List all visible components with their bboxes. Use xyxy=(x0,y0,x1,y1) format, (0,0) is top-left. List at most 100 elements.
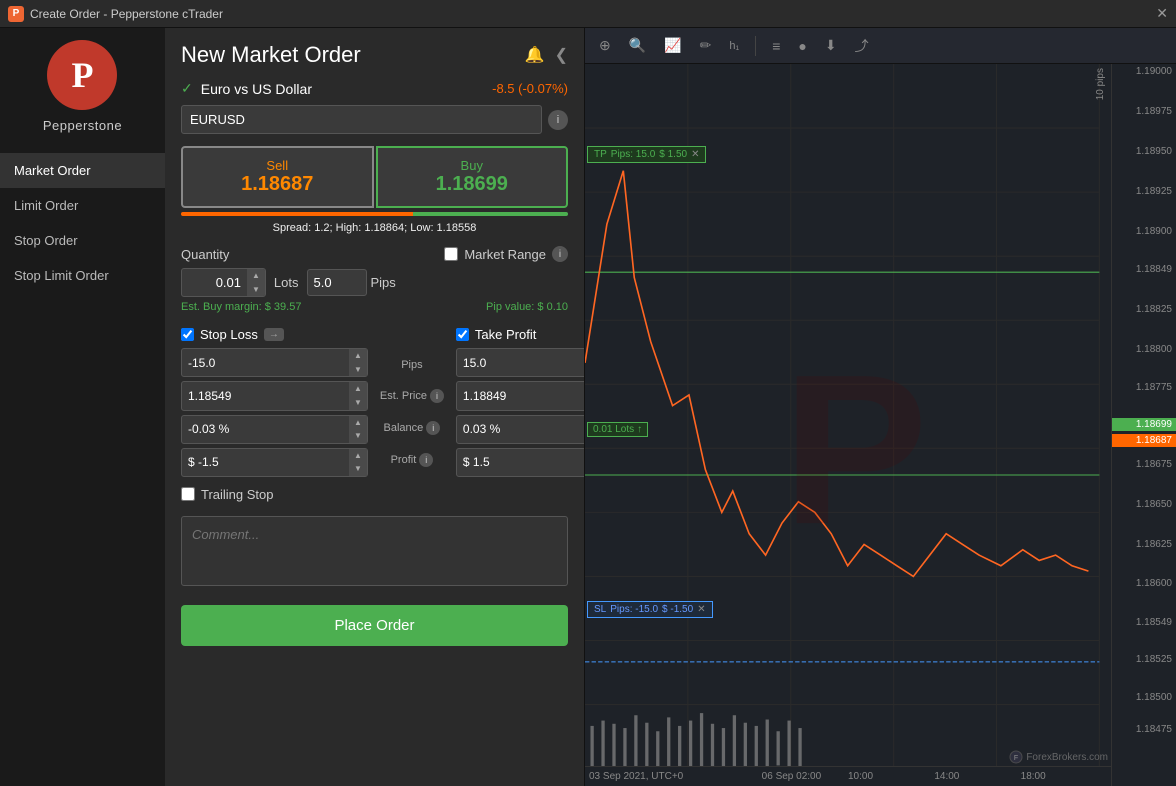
sl-pct-up[interactable]: ▲ xyxy=(349,416,367,430)
toolbar-chart-type-icon[interactable]: 📈 xyxy=(658,33,687,58)
instrument-change: -8.5 (-0.07%) xyxy=(492,81,568,96)
toolbar-list-icon[interactable]: ≡ xyxy=(766,34,786,58)
sl-pips-down[interactable]: ▼ xyxy=(349,363,367,377)
price-tick-11: 1.18625 xyxy=(1136,539,1172,550)
close-button[interactable]: ✕ xyxy=(1156,5,1168,22)
market-range-label: Market Range xyxy=(464,247,546,262)
sidebar-item-market-order[interactable]: Market Order xyxy=(0,153,165,188)
symbol-info-icon[interactable]: i xyxy=(548,110,568,130)
tp-price-input[interactable]: 1.18849 xyxy=(457,384,585,408)
price-tick-15: 1.18475 xyxy=(1136,724,1172,735)
tp-pips-input[interactable]: 15.0 xyxy=(457,351,585,375)
sl-pct-arrows: ▲ ▼ xyxy=(349,416,367,443)
sidebar-item-limit-order[interactable]: Limit Order xyxy=(0,188,165,223)
logo-area: P Pepperstone xyxy=(43,40,122,133)
sl-profit-field: $ -1.5 ▲ ▼ xyxy=(181,448,368,477)
symbol-select[interactable]: EURUSD xyxy=(181,105,542,134)
stop-loss-column: Stop Loss → -15.0 ▲ ▼ 1.18549 ▲ ▼ xyxy=(181,327,368,481)
tp-pct-input[interactable]: 0.03 % xyxy=(457,417,585,441)
profit-label: Profit xyxy=(391,454,417,466)
sell-price-badge: 1.18687 xyxy=(1112,434,1176,447)
lots-label-badge: 0.01 Lots ↑ xyxy=(587,422,648,437)
market-range-row: Market Range i xyxy=(444,246,568,262)
sl-price-down[interactable]: ▼ xyxy=(349,396,367,410)
stop-loss-label: Stop Loss xyxy=(200,327,258,342)
lots-arrow-icon: ↑ xyxy=(637,424,642,435)
balance-label: Balance xyxy=(384,422,424,434)
panel-title: New Market Order xyxy=(181,42,361,68)
stop-loss-checkbox[interactable] xyxy=(181,328,194,341)
take-profit-column: Take Profit 15.0 ▲ ▼ 1.18849 ▲ ▼ xyxy=(456,327,585,481)
toolbar-download-icon[interactable]: ⬇ xyxy=(819,33,843,58)
toolbar-share-icon[interactable]: ⤴ xyxy=(849,32,875,60)
market-range-info-icon[interactable]: i xyxy=(552,246,568,262)
sl-profit-down[interactable]: ▼ xyxy=(349,462,367,476)
toolbar-circle-icon[interactable]: ● xyxy=(792,34,812,58)
market-range-checkbox[interactable] xyxy=(444,247,458,261)
time-label-2: 06 Sep 02:00 xyxy=(762,771,848,782)
collapse-icon[interactable]: ❮ xyxy=(555,45,568,65)
quantity-down-arrow[interactable]: ▼ xyxy=(247,283,265,297)
est-price-info-icon[interactable]: i xyxy=(430,389,444,403)
sl-profit-up[interactable]: ▲ xyxy=(349,449,367,463)
lots-label: Lots xyxy=(274,275,299,290)
sidebar-item-stop-order[interactable]: Stop Order xyxy=(0,223,165,258)
bell-icon[interactable]: 🔔 xyxy=(525,45,545,65)
price-tick-3: 1.18950 xyxy=(1136,146,1172,157)
symbol-select-row: EURUSD i xyxy=(181,105,568,134)
toolbar-crosshair-icon[interactable]: ⊕ xyxy=(593,33,617,58)
instrument-row: ✓ Euro vs US Dollar -8.5 (-0.07%) xyxy=(181,80,568,97)
price-tick-9: 1.18675 xyxy=(1136,459,1172,470)
tp-header: Take Profit xyxy=(456,327,585,342)
balance-info-icon[interactable]: i xyxy=(426,421,440,435)
tp-badge-close[interactable]: ✕ xyxy=(691,149,699,160)
sl-pips-input[interactable]: -15.0 xyxy=(182,351,349,375)
app-icon: P xyxy=(8,6,24,22)
panel-header-icons: 🔔 ❮ xyxy=(525,45,568,65)
sl-price-arrows: ▲ ▼ xyxy=(349,382,367,409)
sl-price-up[interactable]: ▲ xyxy=(349,382,367,396)
sl-tp-middle-labels: Pips Est. Price i Balance i Profit i xyxy=(372,327,452,481)
take-profit-checkbox[interactable] xyxy=(456,328,469,341)
sl-header: Stop Loss → xyxy=(181,327,368,342)
tp-profit-input[interactable]: $ 1.5 xyxy=(457,450,585,474)
quantity-up-arrow[interactable]: ▲ xyxy=(247,269,265,283)
balance-middle-row: Balance i xyxy=(384,421,441,435)
toolbar-h-icon[interactable]: h₁ xyxy=(723,36,745,56)
price-tick-sl: 1.18549 xyxy=(1136,617,1172,628)
est-price-label: Est. Price xyxy=(380,390,427,402)
sl-price-input[interactable]: 1.18549 xyxy=(182,384,349,408)
market-range-input[interactable] xyxy=(307,269,367,296)
sl-pips-arrows: ▲ ▼ xyxy=(349,349,367,376)
comment-textarea[interactable] xyxy=(181,516,568,586)
forex-brokers-watermark: F ForexBrokers.com xyxy=(1009,750,1108,764)
est-buy-margin: Est. Buy margin: $ 39.57 xyxy=(181,301,301,313)
stop-loss-arrow[interactable]: → xyxy=(264,328,284,341)
sl-pips-up[interactable]: ▲ xyxy=(349,349,367,363)
sell-price: 1.18687 xyxy=(193,173,362,196)
sl-profit-arrows: ▲ ▼ xyxy=(349,449,367,476)
tp-badge-value: $ 1.50 xyxy=(659,149,687,160)
sl-tp-section: Stop Loss → -15.0 ▲ ▼ 1.18549 ▲ ▼ xyxy=(181,327,568,481)
price-tick-6: 1.18825 xyxy=(1136,304,1172,315)
spread-bar xyxy=(181,212,568,216)
sl-profit-input[interactable]: $ -1.5 xyxy=(182,450,349,474)
sl-pct-down[interactable]: ▼ xyxy=(349,429,367,443)
profit-middle-row: Profit i xyxy=(391,453,434,467)
sell-button[interactable]: Sell 1.18687 xyxy=(181,146,374,208)
sl-badge-close[interactable]: ✕ xyxy=(697,604,705,615)
profit-info-icon[interactable]: i xyxy=(419,453,433,467)
range-pips-label: Pips xyxy=(371,275,396,290)
trailing-stop-label: Trailing Stop xyxy=(201,487,274,502)
sl-pct-input[interactable]: -0.03 % xyxy=(182,417,349,441)
quantity-inputs: 0.01 ▲ ▼ Lots Pips xyxy=(181,268,568,297)
buy-price-badge: 1.18699 xyxy=(1112,418,1176,431)
toolbar-zoom-icon[interactable]: 🔍 xyxy=(623,33,652,58)
place-order-button[interactable]: Place Order xyxy=(181,605,568,646)
sidebar-item-stop-limit-order[interactable]: Stop Limit Order xyxy=(0,258,165,293)
chart-svg: P xyxy=(585,64,1176,786)
buy-button[interactable]: Buy 1.18699 xyxy=(376,146,569,208)
toolbar-drawing-icon[interactable]: ✏ xyxy=(694,33,718,58)
trailing-stop-checkbox[interactable] xyxy=(181,487,195,501)
quantity-input[interactable]: 0.01 xyxy=(182,270,247,295)
